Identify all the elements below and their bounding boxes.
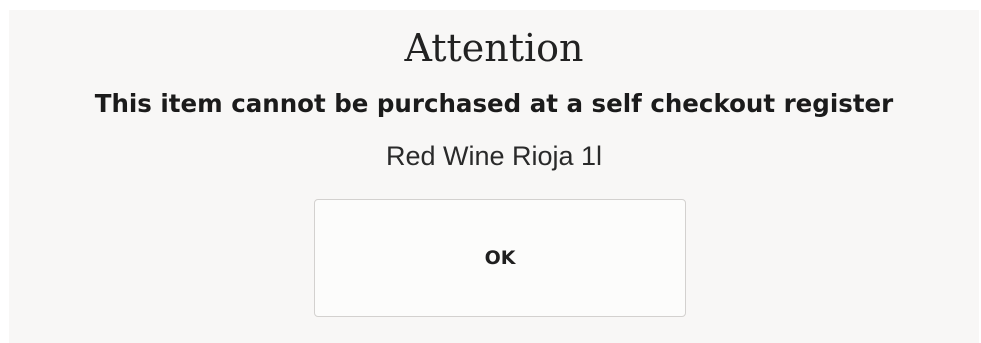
item-name: Red Wine Rioja 1l <box>385 141 603 171</box>
dialog-title: Attention <box>404 26 584 70</box>
attention-dialog: Attention This item cannot be purchased … <box>9 10 979 343</box>
dialog-message: This item cannot be purchased at a self … <box>94 89 894 118</box>
ok-button-label: OK <box>484 247 516 269</box>
ok-button[interactable]: OK <box>314 199 686 317</box>
